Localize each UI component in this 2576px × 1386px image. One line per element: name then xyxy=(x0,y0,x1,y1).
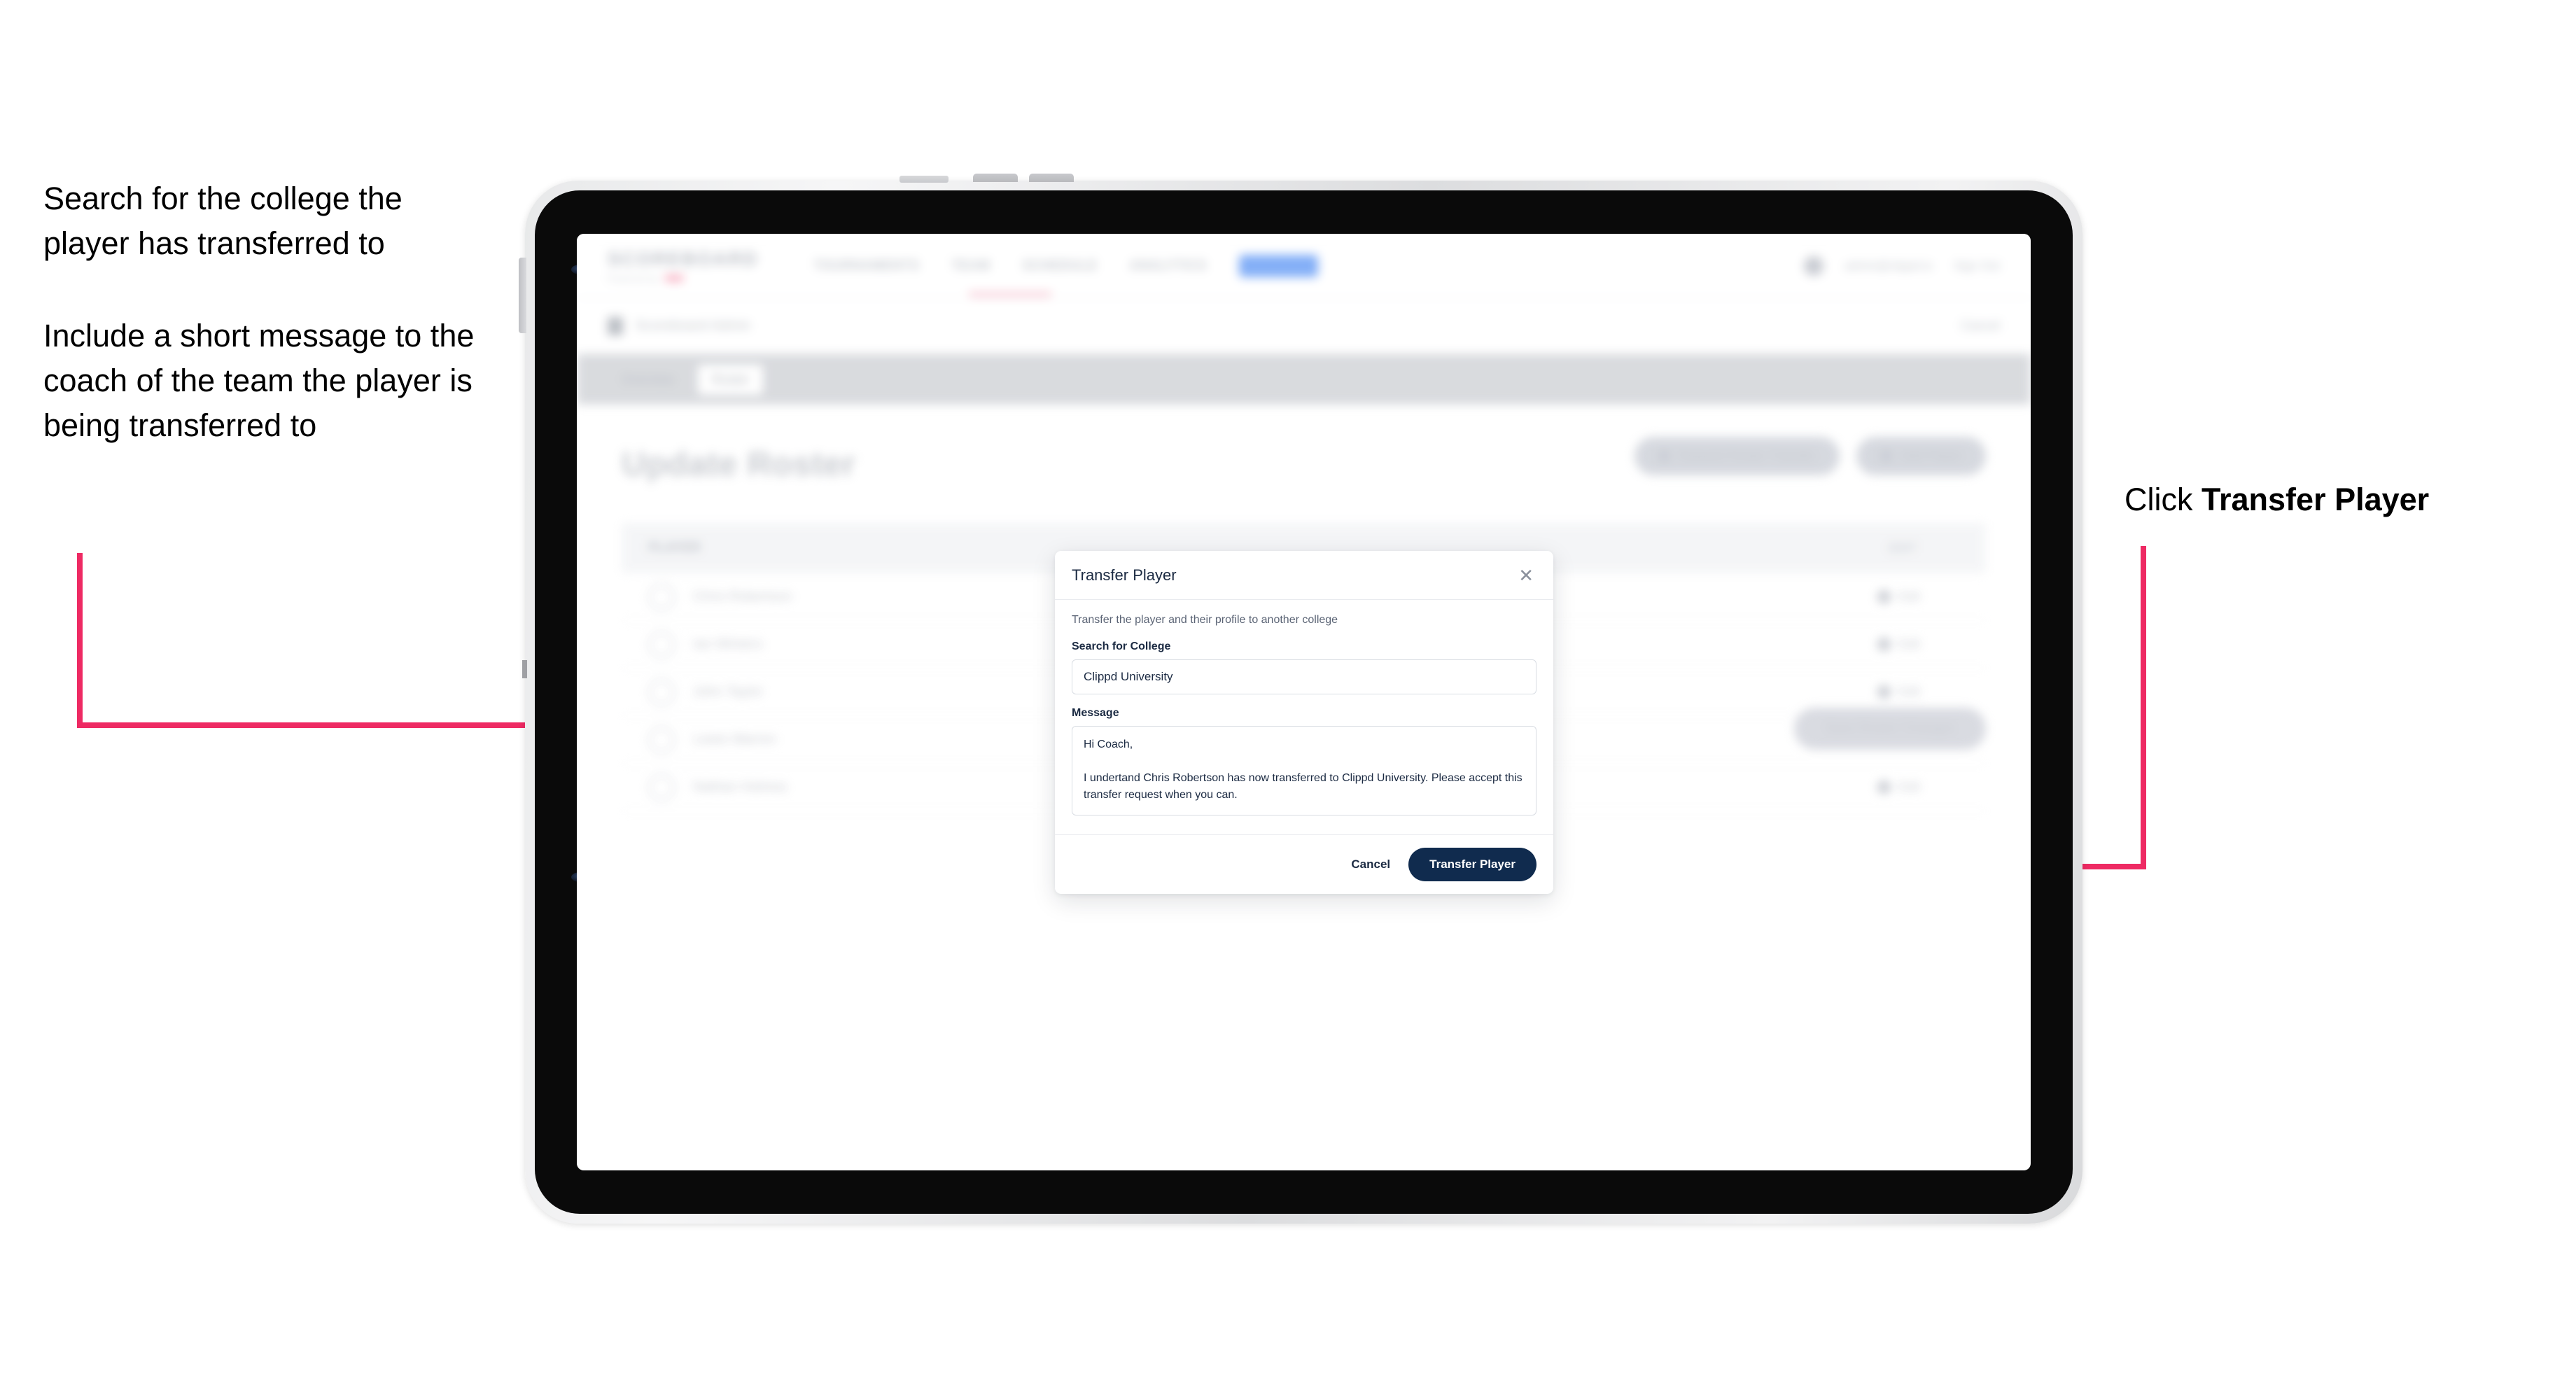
brand-wordmark: SCOREBOARD xyxy=(608,248,759,270)
brand-subline: Powered by xyxy=(608,274,758,284)
message-field-label: Message xyxy=(1072,707,1119,719)
edit-label: Edit xyxy=(1898,589,1920,603)
nav-item-schedule[interactable]: SCHEDULE xyxy=(1023,258,1098,273)
edit-label: Edit xyxy=(1898,637,1920,651)
column-header-player: PLAYER xyxy=(648,540,701,555)
avatar xyxy=(648,583,675,610)
side-button[interactable] xyxy=(522,660,527,678)
player-name: Nathan Holmes xyxy=(693,779,788,794)
avatar xyxy=(648,631,675,658)
column-header-edit: EDIT xyxy=(1888,540,1917,555)
college-field-label: Search for College xyxy=(1072,640,1171,652)
transfer-player-button[interactable]: Transfer Player xyxy=(1408,848,1536,881)
message-textarea[interactable]: Hi Coach, I undertand Chris Robertson ha… xyxy=(1072,726,1536,816)
nav-item-roster[interactable]: ROSTER xyxy=(1239,254,1318,277)
close-icon[interactable]: ✕ xyxy=(1516,565,1536,586)
user-email: admin@clippd.io xyxy=(1844,258,1933,272)
edit-label: Edit xyxy=(1898,685,1920,699)
header-right: admin@clippd.io Sign Out xyxy=(1803,255,2000,276)
college-search-input[interactable] xyxy=(1072,659,1536,694)
avatar xyxy=(648,726,675,753)
annotation-line-1: Search for the college the player has tr… xyxy=(43,181,402,261)
brand-mark-icon xyxy=(665,275,684,281)
tab-roster[interactable]: Roster xyxy=(698,364,764,395)
tablet-screen: SCOREBOARD Powered by TOURNAMENTS TEAM S… xyxy=(577,234,2031,1170)
edit-label: Edit xyxy=(1898,780,1920,794)
player-name: John Taylor xyxy=(693,684,764,699)
edit-action[interactable]: Edit xyxy=(1875,636,1959,653)
plus-icon xyxy=(1879,450,1892,462)
app-tabs: Overview Roster xyxy=(577,354,2031,405)
edit-action[interactable]: Edit xyxy=(1875,588,1959,606)
avatar xyxy=(648,678,675,706)
nav-item-analytics[interactable]: ANALYTICS xyxy=(1130,258,1207,273)
main-nav: TOURNAMENTS TEAM SCHEDULE ANALYTICS ROST… xyxy=(814,254,1318,277)
app-header: SCOREBOARD Powered by TOURNAMENTS TEAM S… xyxy=(577,234,2031,298)
sign-out-link[interactable]: Sign Out xyxy=(1954,259,2000,273)
tablet-top-notch xyxy=(899,176,948,183)
tablet-device: SCOREBOARD Powered by TOURNAMENTS TEAM S… xyxy=(519,174,2082,1224)
annotation-right-bold: Transfer Player xyxy=(2202,482,2430,517)
volume-up-button[interactable] xyxy=(973,174,1018,182)
modal-description: Transfer the player and their profile to… xyxy=(1072,614,1338,626)
player-name: Lewis Warren xyxy=(693,732,777,747)
pencil-icon xyxy=(1875,683,1893,701)
pencil-icon xyxy=(1875,588,1893,606)
modal-title: Transfer Player xyxy=(1072,566,1177,584)
page-actions: Request Roster Transfer Add Player xyxy=(1634,437,1986,475)
nav-item-team[interactable]: TEAM xyxy=(952,258,990,273)
add-player-label: Add Player xyxy=(1900,449,1962,463)
subbar-label: Scoreboard Admin xyxy=(636,318,751,333)
edit-action[interactable]: Edit xyxy=(1875,778,1959,796)
transfer-icon xyxy=(1658,450,1670,462)
transfer-player-modal: Transfer Player ✕ Transfer the player an… xyxy=(1055,551,1553,894)
pencil-icon xyxy=(1875,636,1893,653)
nav-item-tournaments[interactable]: TOURNAMENTS xyxy=(814,258,920,273)
app-subbar: Scoreboard Admin Cancel xyxy=(577,298,2031,354)
right-annotation: Click Transfer Player xyxy=(2124,479,2429,521)
annotation-line-2: Include a short message to the coach of … xyxy=(43,317,475,443)
modal-body: Transfer the player and their profile to… xyxy=(1055,600,1553,834)
nav-active-underline xyxy=(969,293,1051,296)
edit-action[interactable]: Edit xyxy=(1875,683,1959,701)
volume-down-button[interactable] xyxy=(1029,174,1074,182)
right-connector-vertical xyxy=(2141,546,2146,869)
save-roster-changes-button[interactable]: Save Roster Changes xyxy=(1794,708,1986,750)
request-roster-transfer-button[interactable]: Request Roster Transfer xyxy=(1634,437,1840,475)
tablet-bezel: SCOREBOARD Powered by TOURNAMENTS TEAM S… xyxy=(535,190,2073,1214)
pencil-icon xyxy=(1875,778,1893,796)
avatar xyxy=(648,774,675,801)
cancel-button[interactable]: Cancel xyxy=(1351,858,1390,872)
avatar[interactable] xyxy=(1803,255,1823,276)
power-button[interactable] xyxy=(519,258,526,333)
subbar-cancel-link[interactable]: Cancel xyxy=(1961,318,2000,333)
tab-overview[interactable]: Overview xyxy=(608,365,688,395)
left-annotation: Search for the college the player has tr… xyxy=(43,176,491,447)
player-name: Chris Robertson xyxy=(693,589,792,604)
brand-logo[interactable]: SCOREBOARD Powered by xyxy=(608,248,758,284)
modal-footer: Cancel Transfer Player xyxy=(1055,834,1553,894)
add-player-button[interactable]: Add Player xyxy=(1856,437,1986,475)
player-name: Ian Winters xyxy=(693,636,763,652)
brand-powered-by: Powered by xyxy=(608,273,659,284)
request-roster-transfer-label: Request Roster Transfer xyxy=(1678,449,1816,463)
annotation-right-prefix: Click xyxy=(2124,482,2202,517)
modal-header: Transfer Player ✕ xyxy=(1055,551,1553,600)
left-connector-vertical xyxy=(77,553,83,728)
scoreboard-icon xyxy=(608,316,623,335)
